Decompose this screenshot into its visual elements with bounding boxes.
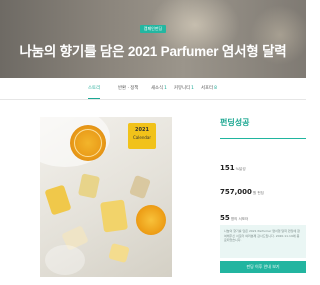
perfume-bottle-image (44, 184, 72, 216)
product-image: 2021 Calendar (40, 117, 172, 277)
light-glare (45, 245, 85, 275)
supporter-count-unit: 명의 서포터 (230, 217, 249, 221)
achievement-rate-stat: 151%달성 (220, 155, 246, 174)
perfume-bottle-image (100, 199, 128, 233)
page-title: 나눔의 향기를 담은 2021 Parfumer 염서형 달력 (19, 44, 287, 59)
tab-news[interactable]: 새소식1 (151, 85, 167, 91)
tab-label: 서포터 (201, 86, 214, 91)
content-tab-bar: 스토리 반환 · 정책 새소식1 커뮤니티1 서포터8 (0, 78, 306, 100)
tab-label: 새소식 (151, 86, 164, 91)
perfume-bottle-image (77, 173, 101, 199)
campaign-category-tag: 캠페인펀딩 (140, 25, 166, 33)
tab-label: 커뮤니티 (174, 86, 191, 91)
tab-community[interactable]: 커뮤니티1 (174, 85, 194, 91)
funded-amount-stat: 757,000원 펀딩 (220, 179, 264, 198)
perfume-bottle-image (108, 242, 130, 264)
calendar-badge: 2021 Calendar (128, 123, 156, 149)
divider (220, 138, 306, 139)
tab-label: 반환 · 정책 (118, 86, 139, 91)
tab-refund-policy[interactable]: 반환 · 정책 (118, 85, 138, 91)
tab-count: 1 (164, 86, 167, 91)
perfume-bottle-image (129, 174, 151, 200)
campaign-hero-banner: 캠페인펀딩 나눔의 향기를 담은 2021 Parfumer 염서형 달력 (0, 0, 306, 78)
calendar-badge-year: 2021 (135, 127, 149, 133)
tab-supporters[interactable]: 서포터8 (201, 85, 217, 91)
achievement-rate-value: 151 (220, 164, 235, 172)
achievement-rate-unit: %달성 (235, 167, 246, 171)
funding-status-title: 펀딩성공 (220, 118, 250, 127)
tab-story[interactable]: 스토리 (88, 85, 101, 99)
funding-result-notice: 나눔의 향기를 담은 2021 Parfumer 염서형 달력 펀딩에 참여해주… (220, 225, 306, 258)
supporter-count-stat: 55명의 서포터 (220, 205, 248, 224)
funding-summary-panel: 펀딩성공 151%달성 757,000원 펀딩 55명의 서포터 나눔의 향기를… (220, 117, 306, 273)
tab-count: 8 (214, 86, 217, 91)
tab-count: 1 (191, 86, 194, 91)
calendar-badge-text: Calendar (133, 135, 151, 140)
orange-fruit-image (136, 205, 166, 235)
funded-amount-value: 757,000 (220, 188, 252, 196)
funding-info-button[interactable]: 펀딩 이후 안내 보기 (220, 261, 306, 273)
supporter-count-value: 55 (220, 214, 230, 222)
funded-amount-unit: 원 펀딩 (252, 191, 264, 195)
tab-label: 스토리 (88, 86, 101, 91)
citrus-ring (74, 129, 102, 157)
